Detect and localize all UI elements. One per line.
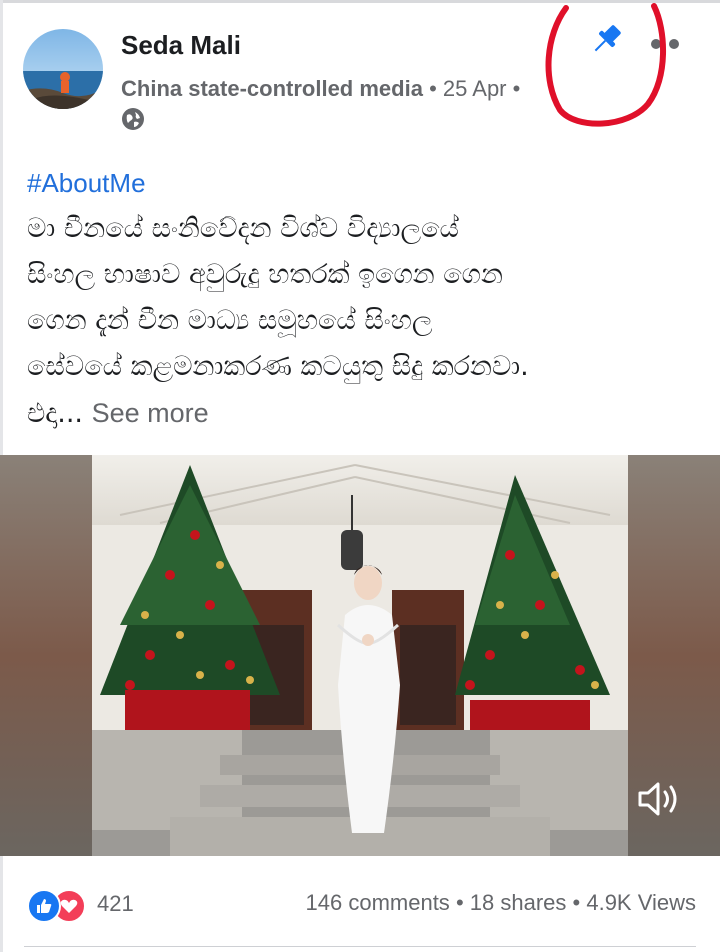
post-meta: China state-controlled media • 25 Apr •: [121, 76, 520, 102]
stats-separator: •: [455, 890, 464, 915]
meta-separator-trailing: •: [512, 76, 521, 101]
hashtag-link[interactable]: #AboutMe: [27, 168, 146, 199]
author-avatar[interactable]: [23, 29, 103, 109]
annotation-circle: [545, 3, 667, 127]
post-body: මා චීනයේ සංනිවේදන විශ්ව විද්‍යාලයේ සිංහල…: [27, 206, 707, 437]
body-ellipsis-text: එදා...: [27, 398, 84, 429]
comments-count[interactable]: 146 comments: [306, 890, 450, 915]
author-name[interactable]: Seda Mali: [121, 30, 241, 61]
body-line: සේවයේ කළමනාකරණ කටයුතු සිදු කරනවා.: [27, 351, 529, 382]
engagement-stats: 146 comments • 18 shares • 4.9K Views: [306, 890, 696, 916]
body-line-last: එදා... See more: [27, 390, 707, 437]
like-reaction-icon: [27, 889, 61, 923]
bottom-divider: [24, 946, 696, 947]
post-date[interactable]: 25 Apr: [443, 76, 507, 101]
see-more-link[interactable]: See more: [92, 398, 209, 428]
more-options-icon[interactable]: [650, 38, 684, 50]
globe-icon: [122, 108, 144, 130]
pin-icon[interactable]: [586, 22, 626, 58]
views-count: 4.9K Views: [586, 890, 696, 915]
post-video[interactable]: [0, 455, 720, 856]
body-line: මා චීනයේ සංනිවේදන විශ්ව විද්‍යාලයේ: [27, 213, 459, 244]
shares-count[interactable]: 18 shares: [470, 890, 567, 915]
stats-separator: •: [572, 890, 581, 915]
meta-separator: •: [429, 76, 437, 101]
state-media-label[interactable]: China state-controlled media: [121, 76, 423, 101]
video-frame: [0, 455, 720, 856]
volume-icon[interactable]: [636, 777, 682, 821]
top-divider: [0, 0, 720, 3]
body-line: ගෙන දැන් චීන මාධ්‍ය සමූහයේ සිංහල: [27, 305, 433, 336]
body-line: සිංහල භාෂාව අවුරුදු හතරක් ඉගෙන ගෙන: [27, 259, 503, 290]
reaction-count: 421: [97, 891, 134, 916]
